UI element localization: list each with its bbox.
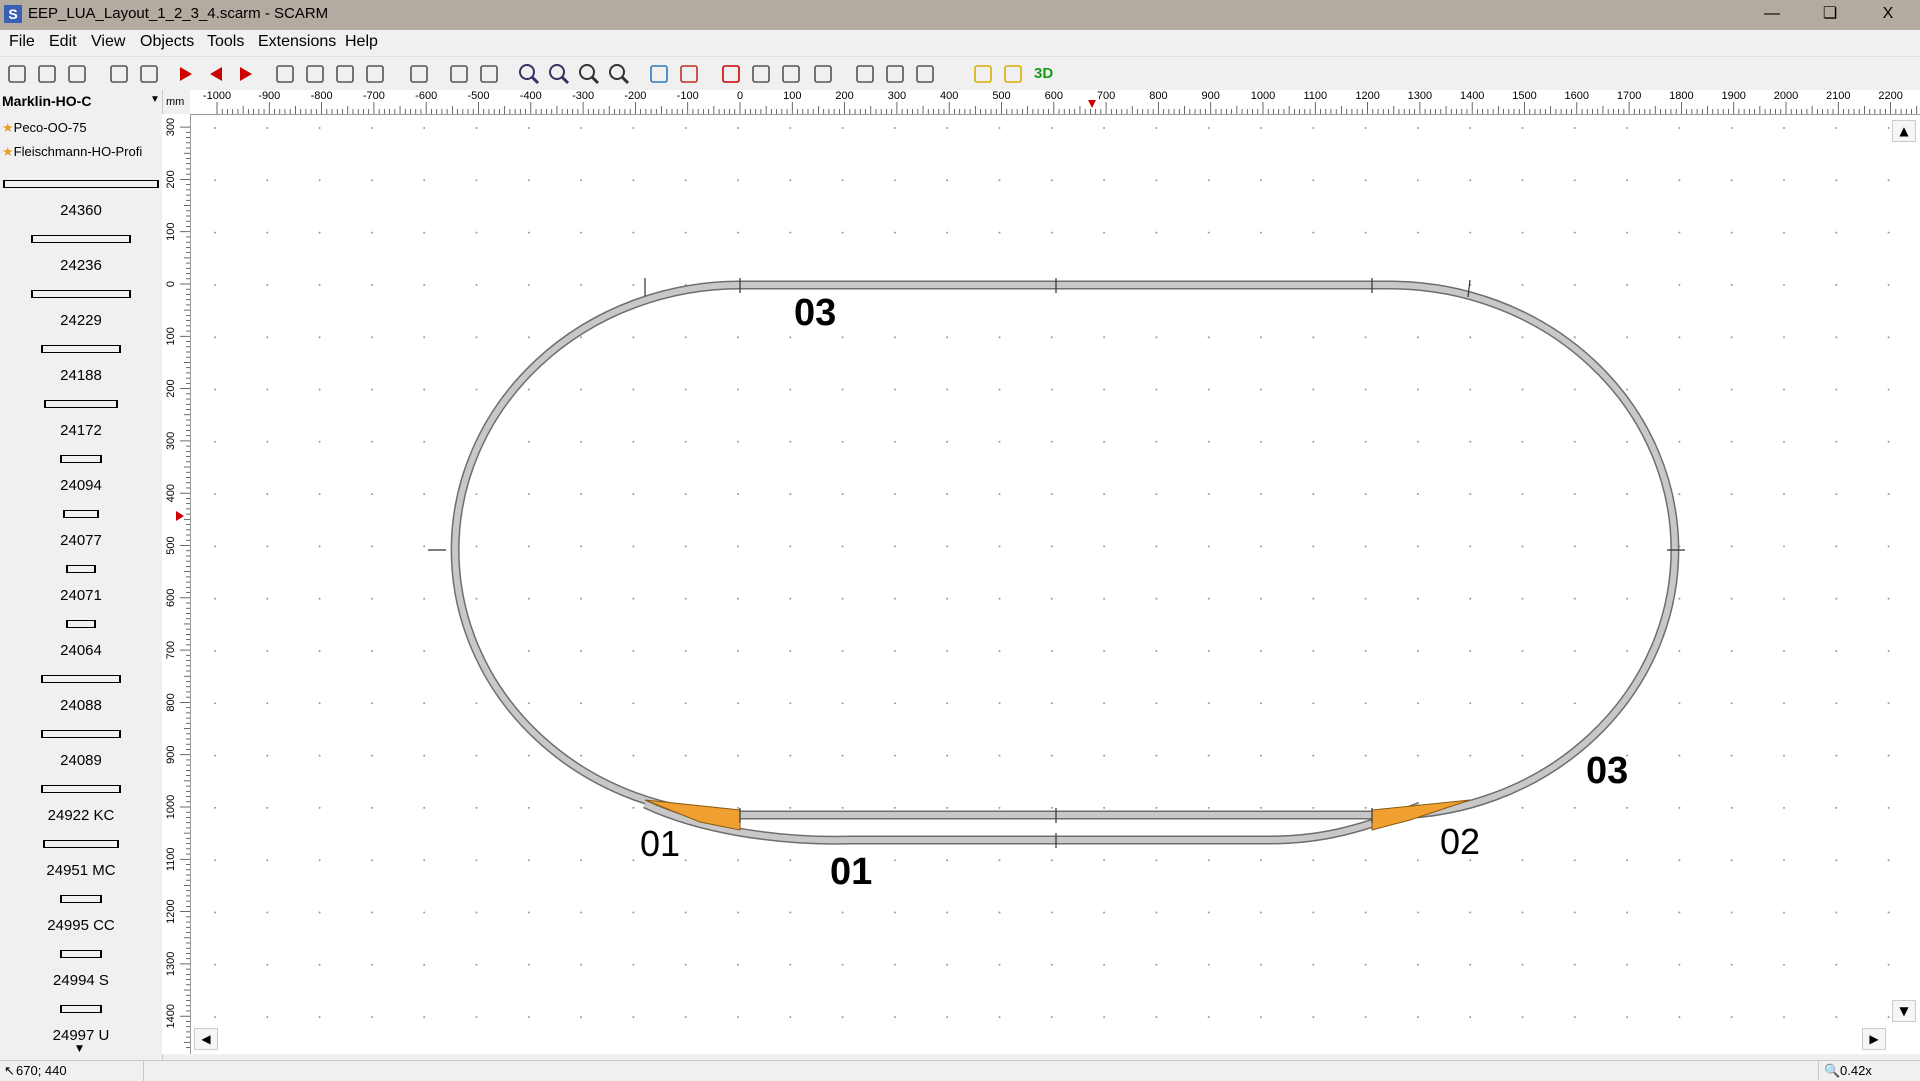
zoom-icon: 🔍 xyxy=(1824,1063,1841,1078)
label-03-top: 03 xyxy=(794,292,836,334)
label-03-right: 03 xyxy=(1586,750,1628,792)
siding-track[interactable] xyxy=(643,799,1422,845)
label-02-switch: 02 xyxy=(1440,821,1480,862)
label-01-bottom: 01 xyxy=(830,851,872,893)
label-01-switch: 01 xyxy=(640,823,680,864)
status-bar: ↖ 670; 440 🔍 0.42x xyxy=(0,1060,1920,1081)
zoom-level: 0.42x xyxy=(1840,1063,1872,1078)
status-divider xyxy=(143,1061,144,1081)
scroll-right-button[interactable]: ▶ xyxy=(1862,1028,1886,1050)
status-divider xyxy=(1818,1061,1819,1081)
cursor-icon: ↖ xyxy=(4,1063,15,1078)
scroll-down-button[interactable]: ▼ xyxy=(1892,1000,1916,1022)
track-loop[interactable] xyxy=(450,280,1680,820)
scroll-up-button[interactable]: ▲ xyxy=(1892,120,1916,142)
track-layout[interactable]: 03 03 01 01 02 xyxy=(0,0,1920,1060)
cursor-coordinates: 670; 440 xyxy=(16,1063,67,1078)
track-joints xyxy=(428,278,1685,848)
scroll-left-button[interactable]: ◀ xyxy=(194,1028,218,1050)
